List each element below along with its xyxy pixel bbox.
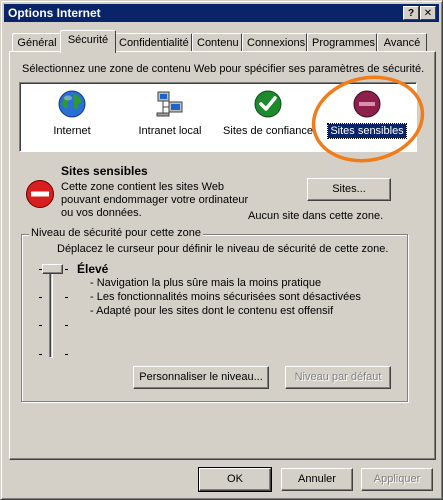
level-point-1: - Navigation la plus sûre mais la moins …	[90, 277, 322, 289]
title-bar: Options Internet ? ✕	[4, 4, 439, 22]
sites-button[interactable]: Sites...	[307, 178, 391, 201]
zone-internet-label: Internet	[53, 125, 91, 137]
options-internet-dialog: Options Internet ? ✕ Général Sécurité Co…	[0, 0, 443, 500]
apply-button: Appliquer	[361, 468, 433, 491]
default-level-button: Niveau par défaut	[285, 366, 391, 389]
cancel-button[interactable]: Annuler	[281, 468, 353, 491]
slider-tick	[39, 297, 42, 298]
slider-tick	[65, 297, 68, 298]
level-instruction: Déplacez le curseur pour définir le nive…	[57, 243, 389, 255]
zone-intranet-label: Intranet local	[138, 125, 202, 137]
slider-tick	[39, 354, 42, 355]
slider-track	[49, 266, 53, 358]
custom-level-button[interactable]: Personnaliser le niveau...	[133, 366, 269, 389]
slider-thumb[interactable]	[42, 264, 63, 274]
zone-description-line-2: pouvant endommager votre ordinateur	[61, 194, 249, 206]
ok-button[interactable]: OK	[198, 467, 272, 492]
tab-general[interactable]: Général	[12, 33, 62, 52]
tab-contenu[interactable]: Contenu	[192, 33, 242, 52]
level-point-3: - Adapté pour les sites dont le contenu …	[90, 305, 334, 317]
help-button[interactable]: ?	[403, 6, 419, 20]
zone-intranet-local[interactable]: Intranet local	[120, 83, 220, 153]
slider-tick	[65, 354, 68, 355]
slider-tick	[39, 325, 42, 326]
zone-description-line-3: ou vos données.	[61, 207, 142, 219]
level-name: Élevé	[77, 262, 109, 276]
green-check-icon	[254, 90, 282, 118]
close-button[interactable]: ✕	[420, 6, 436, 20]
security-level-group-label: Niveau de sécurité pour cette zone	[29, 227, 203, 239]
tab-securite[interactable]: Sécurité	[60, 30, 116, 53]
slider-tick	[65, 269, 68, 270]
tab-connexions[interactable]: Connexions	[242, 33, 307, 52]
zone-internet[interactable]: Internet	[22, 83, 122, 153]
globe-icon	[58, 90, 86, 118]
window-title: Options Internet	[8, 6, 101, 20]
tab-avance[interactable]: Avancé	[377, 33, 427, 52]
zone-trusted-label: Sites de confiance	[223, 125, 313, 137]
tab-programmes[interactable]: Programmes	[307, 33, 377, 52]
slider-tick	[65, 325, 68, 326]
zone-title: Sites sensibles	[61, 164, 148, 178]
highlight-circle-annotation	[311, 75, 425, 163]
tab-confidentialite[interactable]: Confidentialité	[114, 33, 192, 52]
network-computers-icon	[156, 91, 183, 117]
zone-description-line-1: Cette zone contient les sites Web	[61, 181, 225, 193]
restricted-zone-large-icon	[26, 180, 54, 208]
level-point-2: - Les fonctionnalités moins sécurisées s…	[90, 291, 361, 303]
no-sites-text: Aucun site dans cette zone.	[248, 210, 384, 222]
zone-sites-de-confiance[interactable]: Sites de confiance	[218, 83, 318, 153]
